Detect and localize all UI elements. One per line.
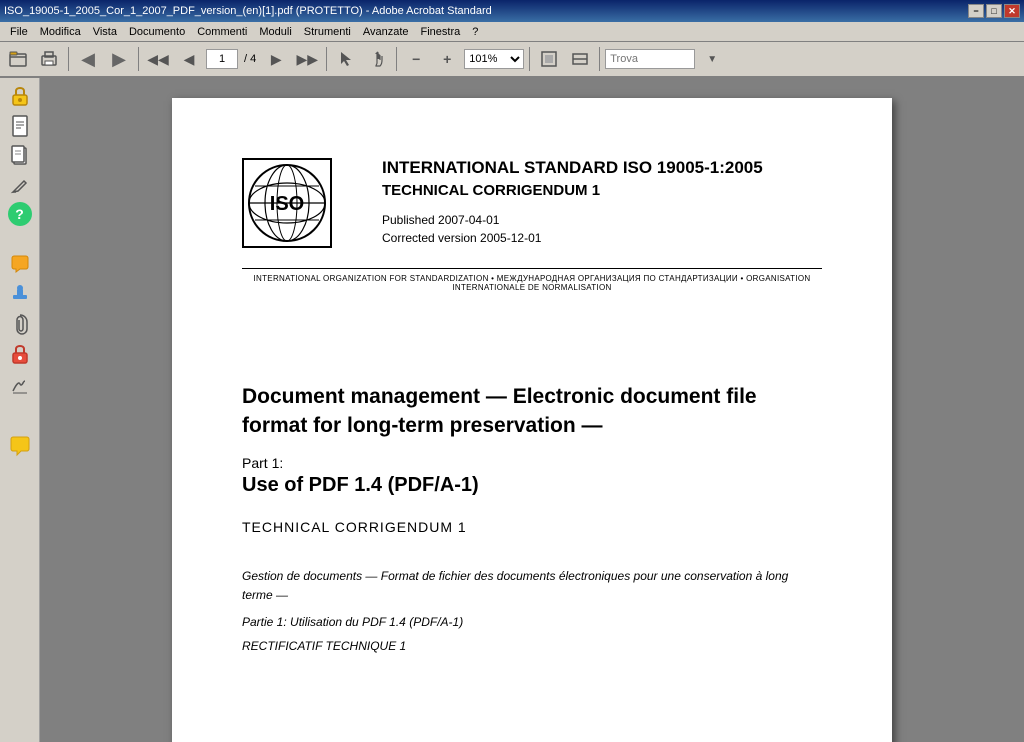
titlebar-title: ISO_19005-1_2005_Cor_1_2007_PDF_version_… [4, 5, 492, 17]
print-button[interactable] [35, 45, 63, 73]
technical-corrigendum-header: TECHNICAL CORRIGENDUM 1 [382, 182, 822, 199]
menu-documento[interactable]: Documento [123, 24, 191, 40]
published-date: Published 2007-04-01 [382, 213, 822, 227]
close-button[interactable]: ✕ [1004, 4, 1020, 18]
separator-5 [529, 47, 530, 71]
zoom-out[interactable]: − [402, 45, 430, 73]
search-dropdown[interactable]: ▼ [698, 45, 726, 73]
iso-standard: INTERNATIONAL STANDARD ISO 19005-1:2005 [382, 158, 822, 178]
lock2-icon[interactable] [6, 340, 34, 368]
iso-logo: ISO [242, 158, 342, 248]
sign-icon[interactable] [6, 370, 34, 398]
search-input[interactable] [605, 49, 695, 69]
nav-first[interactable]: ◀◀ [144, 45, 172, 73]
pdf-header: ISO INTERNATIONAL STANDARD ISO 19005-1:2… [242, 158, 822, 248]
corrigendum-label: TECHNICAL CORRIGENDUM 1 [242, 519, 822, 535]
org-line: INTERNATIONAL ORGANIZATION FOR STANDARDI… [242, 268, 822, 292]
menu-modifica[interactable]: Modifica [34, 24, 87, 40]
help-icon[interactable]: ? [8, 202, 32, 226]
toolbar-back[interactable]: ◀ [74, 45, 102, 73]
menu-file[interactable]: File [4, 24, 34, 40]
nav-prev[interactable]: ◀ [175, 45, 203, 73]
french-title: Gestion de documents — Format de fichier… [242, 567, 822, 605]
svg-text:ISO: ISO [270, 193, 304, 215]
window-controls: − □ ✕ [968, 4, 1020, 18]
part-title: Use of PDF 1.4 (PDF/A-1) [242, 474, 822, 497]
menu-moduli[interactable]: Moduli [253, 24, 297, 40]
separator-4 [396, 47, 397, 71]
menu-commenti[interactable]: Commenti [191, 24, 253, 40]
toolbar: ◀ ▶ ◀◀ ◀ / 4 ▶ ▶▶ − + 101% 75% 100% 125%… [0, 42, 1024, 78]
open-button[interactable] [4, 45, 32, 73]
toolbar-forward[interactable]: ▶ [105, 45, 133, 73]
title-block: INTERNATIONAL STANDARD ISO 19005-1:2005 … [342, 158, 822, 245]
zoom-in[interactable]: + [433, 45, 461, 73]
separator-6 [599, 47, 600, 71]
menu-finestra[interactable]: Finestra [415, 24, 467, 40]
titlebar: ISO_19005-1_2005_Cor_1_2007_PDF_version_… [0, 0, 1024, 22]
corrected-version: Corrected version 2005-12-01 [382, 231, 822, 245]
sidebar: ? [0, 78, 40, 742]
main-area: ? [0, 78, 1024, 742]
pdf-page: ISO INTERNATIONAL STANDARD ISO 19005-1:2… [172, 98, 892, 742]
edit-icon[interactable] [6, 172, 34, 200]
menu-help[interactable]: ? [466, 24, 484, 40]
separator-3 [326, 47, 327, 71]
separator-2 [138, 47, 139, 71]
nav-next[interactable]: ▶ [262, 45, 290, 73]
part-label: Part 1: [242, 455, 822, 471]
document-body: Document management — Electronic documen… [242, 382, 822, 653]
attach-icon[interactable] [6, 310, 34, 338]
fit-page[interactable] [535, 45, 563, 73]
french-part: Partie 1: Utilisation du PDF 1.4 (PDF/A-… [242, 615, 822, 629]
document-icon[interactable] [6, 112, 34, 140]
pages-icon[interactable] [6, 142, 34, 170]
iso-logo-svg: ISO [244, 160, 330, 246]
menu-strumenti[interactable]: Strumenti [298, 24, 357, 40]
menu-vista[interactable]: Vista [87, 24, 123, 40]
maximize-button[interactable]: □ [986, 4, 1002, 18]
page-total: / 4 [244, 53, 256, 65]
comments-icon[interactable] [6, 250, 34, 278]
stamp-icon[interactable] [6, 280, 34, 308]
hand-tool[interactable] [363, 45, 391, 73]
nav-last[interactable]: ▶▶ [293, 45, 321, 73]
cursor-tool[interactable] [332, 45, 360, 73]
zoom-select[interactable]: 101% 75% 100% 125% 150% [464, 49, 524, 69]
fit-width[interactable] [566, 45, 594, 73]
doc-title: Document management — Electronic documen… [242, 382, 822, 441]
comment-bubble-icon[interactable] [6, 432, 34, 460]
menubar: File Modifica Vista Documento Commenti M… [0, 22, 1024, 42]
separator-1 [68, 47, 69, 71]
menu-avanzate[interactable]: Avanzate [357, 24, 415, 40]
pdf-content-area[interactable]: ISO INTERNATIONAL STANDARD ISO 19005-1:2… [40, 78, 1024, 742]
minimize-button[interactable]: − [968, 4, 984, 18]
lock-icon[interactable] [6, 82, 34, 110]
page-number-input[interactable] [206, 49, 238, 69]
french-rectif: RECTIFICATIF TECHNIQUE 1 [242, 639, 822, 653]
